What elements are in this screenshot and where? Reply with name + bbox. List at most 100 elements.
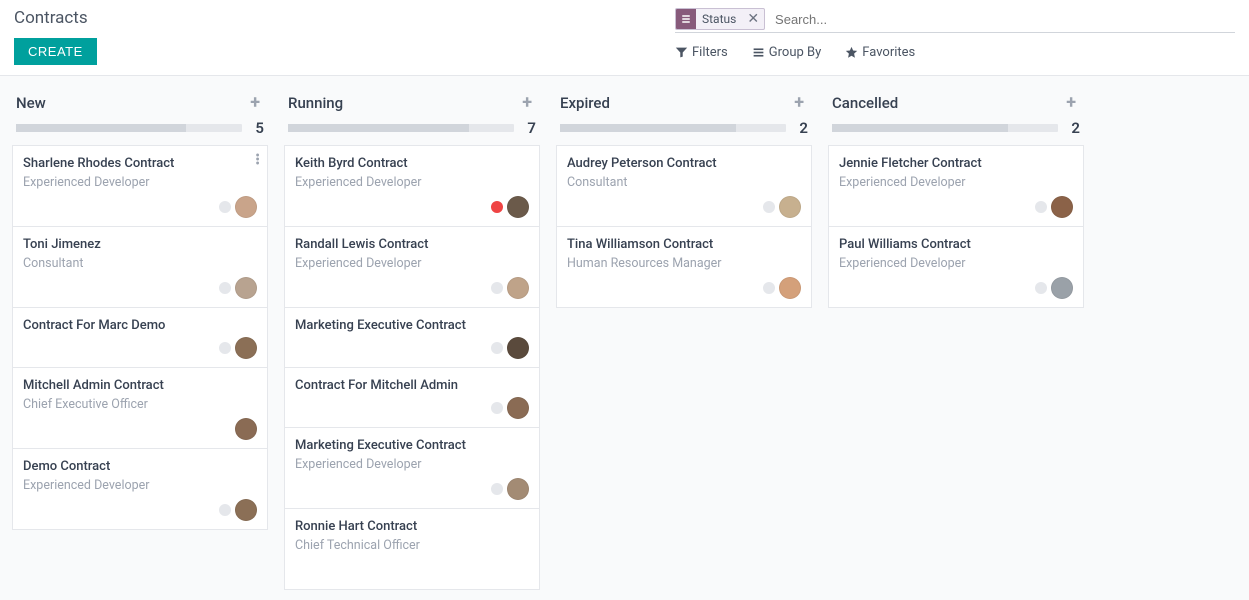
card-title: Randall Lewis Contract [295,237,529,252]
search-facet-status[interactable]: Status ✕ [675,8,765,30]
add-card-icon[interactable]: + [790,92,808,113]
avatar[interactable] [507,337,529,359]
facet-remove-icon[interactable]: ✕ [742,12,764,26]
page-title: Contracts [14,8,675,28]
card-subtitle: Experienced Developer [23,478,257,493]
search-input[interactable] [771,9,1235,30]
kanban-card[interactable]: Audrey Peterson ContractConsultant [557,146,811,226]
card-title: Tina Williamson Contract [567,237,801,252]
column-progress-bar [16,124,242,132]
status-dot[interactable] [491,342,503,354]
column-title[interactable]: New [16,94,246,112]
card-title: Toni Jimenez [23,237,257,252]
card-title: Marketing Executive Contract [295,438,529,453]
card-subtitle: Human Resources Manager [567,256,801,271]
card-title: Contract For Marc Demo [23,318,257,333]
column-count: 2 [1066,119,1080,137]
filters-button[interactable]: Filters [675,45,728,60]
status-dot[interactable] [491,201,503,213]
kanban-card[interactable]: Demo ContractExperienced Developer [13,448,267,529]
create-button[interactable]: CREATE [14,38,97,65]
card-subtitle: Consultant [567,175,801,190]
status-dot[interactable] [491,282,503,294]
groupby-button[interactable]: Group By [752,45,822,60]
avatar[interactable] [235,499,257,521]
kanban-card[interactable]: Paul Williams Contract Experienced Develo… [829,226,1083,307]
search-bar[interactable]: Status ✕ [675,8,1235,33]
avatar[interactable] [507,196,529,218]
avatar[interactable] [507,478,529,500]
card-subtitle: Chief Technical Officer [295,538,529,553]
card-title: Mitchell Admin Contract [23,378,257,393]
add-card-icon[interactable]: + [518,92,536,113]
card-list: Keith Byrd ContractExperienced Developer… [284,145,540,590]
avatar[interactable] [507,277,529,299]
status-dot[interactable] [763,282,775,294]
card-subtitle: Experienced Developer [295,256,529,271]
card-subtitle: Experienced Developer [839,175,1073,190]
avatar[interactable] [235,277,257,299]
kanban-card[interactable]: Contract For Mitchell Admin [285,367,539,427]
kanban-card[interactable]: Tina Williamson Contract Human Resources … [557,226,811,307]
kanban-column: Cancelled+2 Jennie Fletcher Contract Exper… [820,86,1092,308]
card-subtitle: Chief Executive Officer [23,397,257,412]
avatar[interactable] [235,196,257,218]
kebab-icon[interactable]: ••• [255,154,259,166]
add-card-icon[interactable]: + [1062,92,1080,113]
kanban-card[interactable]: Marketing Executive Contract Experienced … [285,427,539,508]
column-title[interactable]: Running [288,94,518,112]
card-title: Ronnie Hart Contract [295,519,529,534]
avatar[interactable] [779,196,801,218]
favorites-button[interactable]: Favorites [845,45,915,60]
kanban-column: Expired+2 Audrey Peterson ContractConsult… [548,86,820,308]
column-title[interactable]: Expired [560,94,790,112]
card-list: Audrey Peterson ContractConsultantTina W… [556,145,812,308]
kanban-card[interactable]: Marketing Executive Contract [285,307,539,367]
kanban-column: New+5•••Sharlene Rhodes ContractExperien… [4,86,276,530]
card-subtitle: Experienced Developer [295,457,529,472]
card-title: Marketing Executive Contract [295,318,529,333]
card-title: Paul Williams Contract [839,237,1073,252]
avatar[interactable] [235,337,257,359]
kanban-card[interactable]: Mitchell Admin Contract Chief Executive O… [13,367,267,448]
kanban-column: Running+7Keith Byrd ContractExperienced … [276,86,548,590]
column-progress-bar [288,124,514,132]
status-dot[interactable] [219,342,231,354]
status-dot[interactable] [219,504,231,516]
groupby-label: Group By [769,45,822,60]
column-progress-bar [832,124,1058,132]
kanban-card[interactable]: Toni Jimenez Consultant [13,226,267,307]
avatar[interactable] [1051,196,1073,218]
add-card-icon[interactable]: + [246,92,264,113]
kanban-card[interactable]: Jennie Fletcher Contract Experienced Deve… [829,146,1083,226]
status-dot[interactable] [491,402,503,414]
funnel-icon [675,46,688,59]
card-title: Sharlene Rhodes Contract [23,156,257,171]
kanban-board: New+5•••Sharlene Rhodes ContractExperien… [0,76,1249,600]
column-title[interactable]: Cancelled [832,94,1062,112]
status-dot[interactable] [1035,282,1047,294]
status-dot[interactable] [763,201,775,213]
column-count: 2 [794,119,808,137]
list-icon [676,9,696,29]
status-dot[interactable] [219,201,231,213]
status-dot[interactable] [219,282,231,294]
card-subtitle: Experienced Developer [23,175,257,190]
status-dot[interactable] [1035,201,1047,213]
avatar[interactable] [779,277,801,299]
avatar[interactable] [507,397,529,419]
avatar[interactable] [235,418,257,440]
card-subtitle: Consultant [23,256,257,271]
kanban-card[interactable]: •••Sharlene Rhodes Contract Experienced D… [13,146,267,226]
status-dot[interactable] [491,483,503,495]
kanban-card[interactable]: Randall Lewis Contract Experienced Develo… [285,226,539,307]
card-title: Jennie Fletcher Contract [839,156,1073,171]
avatar[interactable] [1051,277,1073,299]
kanban-card[interactable]: Ronnie Hart Contract Chief Technical Offi… [285,508,539,589]
card-list: •••Sharlene Rhodes Contract Experienced D… [12,145,268,530]
card-title: Keith Byrd Contract [295,156,529,171]
card-subtitle: Experienced Developer [839,256,1073,271]
column-progress-bar [560,124,786,132]
kanban-card[interactable]: Keith Byrd ContractExperienced Developer [285,146,539,226]
kanban-card[interactable]: Contract For Marc Demo [13,307,267,367]
